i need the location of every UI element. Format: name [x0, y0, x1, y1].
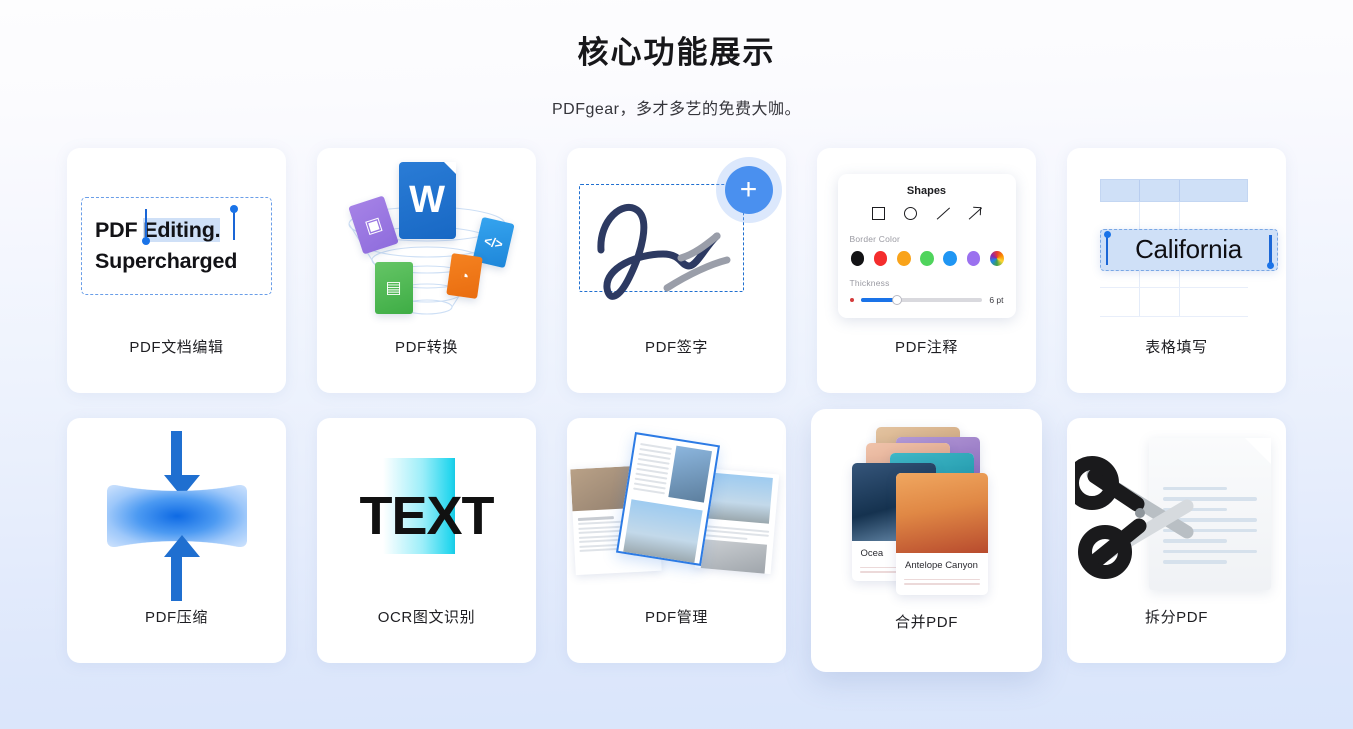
shape-tool-row — [850, 206, 1004, 221]
feature-card-pdf-editing[interactable]: PDF Editing. Supercharged PDF文档编辑 — [67, 147, 286, 393]
swatch-red[interactable] — [873, 250, 888, 266]
feature-card-ocr[interactable]: TEXT OCR图文识别 — [317, 417, 536, 663]
page-thumbnail-selected[interactable] — [615, 431, 720, 566]
shapes-panel: Shapes Border Color Thickness 6 pt — [837, 173, 1016, 318]
feature-card-label: PDF管理 — [644, 608, 708, 626]
ocr-sample-text: TEXT — [359, 485, 494, 546]
arrow-shape-icon[interactable] — [967, 206, 982, 221]
merge-pdf-illustration: Ocea Antelope Canyon — [811, 409, 1042, 621]
selection-handle-end[interactable] — [230, 204, 238, 213]
border-color-label: Border Color — [849, 233, 901, 244]
thickness-slider-knob[interactable] — [892, 294, 903, 305]
thickness-slider-row: 6 pt — [849, 294, 1004, 305]
swatch-blue[interactable] — [943, 250, 958, 266]
form-fill-illustration: California — [1067, 148, 1286, 344]
feature-card-label: OCR图文识别 — [377, 608, 476, 626]
merge-card-antelope-caption: Antelope Canyon — [905, 559, 978, 571]
feature-card-split-pdf[interactable]: 拆分PDF — [1067, 417, 1286, 663]
page-root: 核心功能展示 PDFgear，多才多艺的免费大咖。 PDF Editing. S… — [0, 0, 1353, 729]
feature-card-label: 合并PDF — [894, 613, 958, 631]
square-shape-icon[interactable] — [871, 206, 886, 221]
pdf-compress-illustration — [67, 418, 286, 614]
pdf-sign-illustration: + — [567, 148, 786, 344]
circle-shape-icon[interactable] — [903, 206, 918, 221]
editing-line-1: PDF Editing. — [95, 215, 271, 246]
plus-icon: + — [739, 172, 758, 206]
powerpoint-file-icon: ◔ — [445, 252, 483, 299]
field-caret-left — [1105, 234, 1109, 265]
swatch-orange[interactable] — [896, 250, 911, 266]
swatch-green[interactable] — [920, 250, 934, 266]
pdf-convert-illustration: ▣ W </> ◔ ▤ — [317, 148, 536, 344]
signature-icon — [596, 203, 730, 300]
ocr-illustration: TEXT — [317, 418, 536, 614]
editing-line-1-plain: PDF — [95, 218, 144, 243]
swatch-purple[interactable] — [966, 250, 981, 266]
feature-card-label: 拆分PDF — [1144, 608, 1208, 626]
field-caret-right — [1268, 234, 1272, 265]
feature-card-pdf-sign[interactable]: + PDF签字 — [567, 147, 786, 393]
page-subtitle: PDFgear，多才多艺的免费大咖。 — [551, 100, 802, 118]
swatch-black[interactable] — [850, 250, 865, 266]
thickness-label: Thickness — [849, 277, 890, 288]
page-header: 核心功能展示 PDFgear，多才多艺的免费大咖。 — [0, 0, 1353, 119]
feature-card-pdf-annotate[interactable]: Shapes Border Color Thickness 6 pt PDF注释 — [817, 147, 1036, 393]
feature-card-form-fill[interactable]: California 表格填写 — [1067, 147, 1286, 393]
feature-card-label: PDF签字 — [644, 338, 708, 356]
editing-line-2: Supercharged — [95, 248, 238, 273]
feature-card-label: PDF压缩 — [144, 608, 208, 626]
compress-arrow-up-icon — [163, 534, 200, 601]
feature-card-label: PDF文档编辑 — [129, 338, 224, 356]
pdf-manage-illustration — [567, 418, 786, 614]
form-table-header — [1099, 178, 1248, 202]
excel-file-icon: ▤ — [374, 261, 413, 314]
thickness-min-dot-icon — [849, 297, 854, 302]
feature-card-label: PDF转换 — [394, 338, 458, 356]
split-pdf-illustration — [1067, 418, 1286, 614]
feature-card-grid: PDF Editing. Supercharged PDF文档编辑 ▣ W </… — [62, 147, 1292, 672]
field-handle-start[interactable] — [1103, 230, 1111, 238]
line-shape-icon[interactable] — [935, 206, 950, 221]
selection-handle-start[interactable] — [142, 236, 150, 245]
merge-card-antelope-canyon: Antelope Canyon — [895, 472, 988, 595]
form-field-value: California — [1135, 234, 1242, 265]
feature-card-label: PDF注释 — [894, 338, 958, 356]
shapes-panel-title: Shapes — [906, 184, 947, 197]
field-handle-end[interactable] — [1266, 261, 1274, 269]
feature-card-pdf-manage[interactable]: PDF管理 — [567, 417, 786, 663]
feature-card-label: 表格填写 — [1145, 338, 1208, 356]
selection-caret-left[interactable] — [145, 208, 148, 240]
selection-caret-right[interactable] — [233, 208, 236, 240]
word-file-icon: W — [398, 161, 456, 239]
pdf-annotate-illustration: Shapes Border Color Thickness 6 pt — [817, 148, 1036, 344]
feature-card-merge-pdf[interactable]: Ocea Antelope Canyon 合并PDF — [811, 408, 1042, 672]
pdf-editing-illustration: PDF Editing. Supercharged — [67, 148, 286, 344]
border-color-swatches — [850, 250, 1004, 266]
editing-line-1-selected: Editing. — [143, 218, 221, 243]
feature-card-pdf-compress[interactable]: PDF压缩 — [67, 417, 286, 663]
feature-card-pdf-convert[interactable]: ▣ W </> ◔ ▤ PDF转换 — [317, 147, 536, 393]
swatch-custom-color-picker[interactable] — [989, 250, 1004, 266]
thickness-value: 6 pt — [989, 294, 1004, 305]
add-signature-button[interactable]: + — [724, 165, 773, 214]
editing-text-box: PDF Editing. Supercharged — [81, 196, 272, 295]
scissors-icon — [1074, 455, 1193, 579]
page-title: 核心功能展示 — [577, 35, 776, 70]
thickness-slider[interactable] — [860, 294, 983, 305]
form-field-selected[interactable]: California — [1099, 228, 1278, 271]
